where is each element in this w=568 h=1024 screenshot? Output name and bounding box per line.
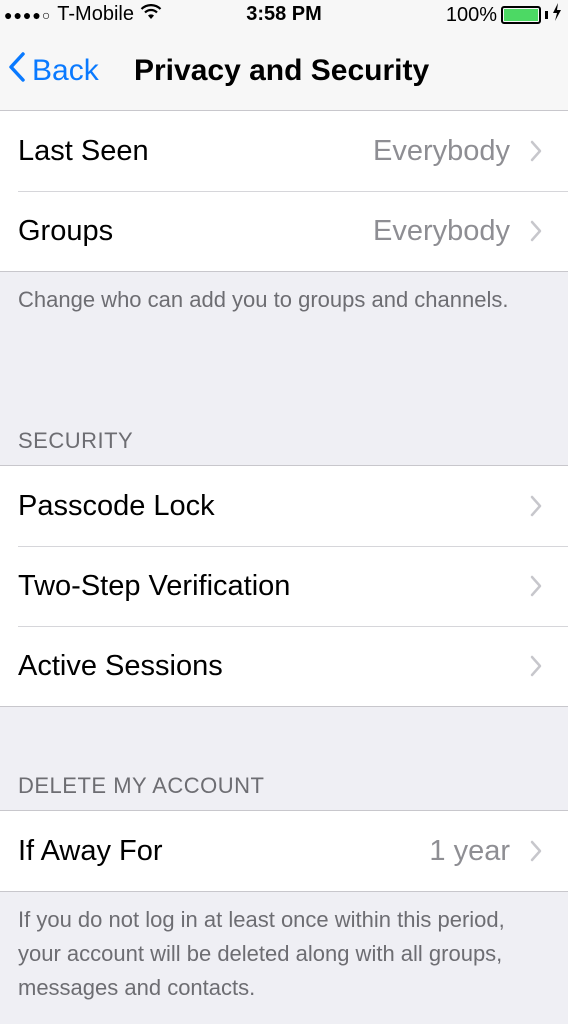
battery-tip <box>545 11 548 19</box>
navigation-bar: Back Privacy and Security <box>0 30 568 112</box>
row-label: Last Seen <box>18 134 149 167</box>
back-button[interactable]: Back <box>8 52 99 90</box>
passcode-lock-row[interactable]: Passcode Lock <box>0 466 568 546</box>
chevron-right-icon <box>526 655 546 677</box>
delete-account-section-header: DELETE MY ACCOUNT <box>18 773 265 798</box>
chevron-right-icon <box>526 840 546 862</box>
security-section-header: SECURITY <box>18 428 134 453</box>
row-label: Groups <box>18 214 114 247</box>
battery-fill <box>504 9 538 21</box>
charging-icon <box>552 3 562 27</box>
row-value: 1 year <box>429 834 510 867</box>
row-label: Active Sessions <box>18 649 223 682</box>
groups-footer-text: Change who can add you to groups and cha… <box>18 287 509 312</box>
row-value: Everybody <box>372 214 510 247</box>
battery-percent: 100% <box>445 3 497 26</box>
groups-row[interactable]: Groups Everybody <box>0 191 568 271</box>
back-label: Back <box>32 54 99 87</box>
status-bar: ●●●●○ T-Mobile 3:58 PM 100% <box>0 0 568 30</box>
chevron-right-icon <box>526 220 546 242</box>
delete-account-footer-text: If you do not log in at least once withi… <box>18 907 505 1000</box>
row-label: If Away For <box>18 834 163 867</box>
security-group: Passcode Lock Two-Step Verification Acti… <box>0 465 568 707</box>
two-step-verification-row[interactable]: Two-Step Verification <box>0 546 568 626</box>
status-right: 100% <box>446 3 562 27</box>
chevron-right-icon <box>526 575 546 597</box>
row-value: Everybody <box>372 134 510 167</box>
chevron-left-icon <box>8 52 26 90</box>
row-label: Two-Step Verification <box>18 569 291 602</box>
last-seen-row[interactable]: Last Seen Everybody <box>0 111 568 191</box>
chevron-right-icon <box>526 495 546 517</box>
page-title: Privacy and Security <box>134 54 430 87</box>
delete-account-group: If Away For 1 year <box>0 810 568 892</box>
chevron-right-icon <box>526 140 546 162</box>
if-away-for-row[interactable]: If Away For 1 year <box>0 811 568 891</box>
row-label: Passcode Lock <box>18 489 215 522</box>
battery-icon <box>501 6 541 24</box>
screen: ●●●●○ T-Mobile 3:58 PM 100% Back Privacy… <box>0 0 568 1024</box>
privacy-group: Last Seen Everybody Groups Everybody <box>0 110 568 272</box>
active-sessions-row[interactable]: Active Sessions <box>0 626 568 706</box>
